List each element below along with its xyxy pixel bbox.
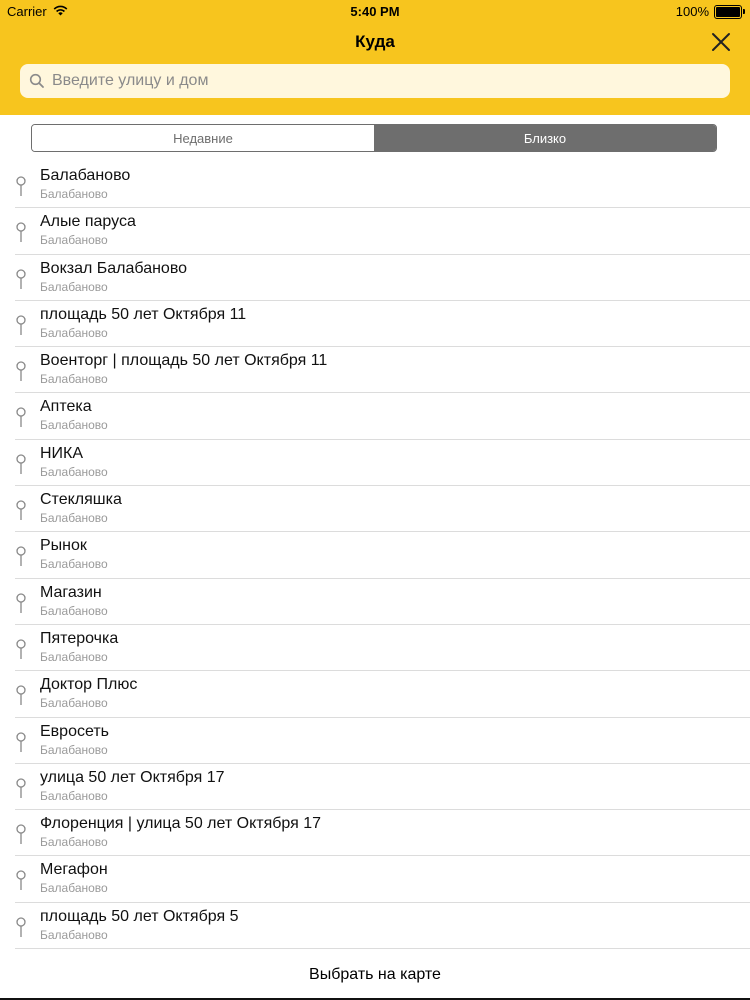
place-subtitle: Балабаново	[40, 788, 108, 803]
choose-on-map-button[interactable]: Выбрать на карте	[0, 952, 750, 998]
place-title: Аптека	[40, 398, 92, 416]
location-pin-icon	[16, 361, 26, 382]
list-item[interactable]: Доктор Плюс Балабаново	[0, 671, 750, 718]
place-subtitle: Балабаново	[40, 279, 108, 294]
header-bar: Carrier 5:40 PM 100% Куда	[0, 0, 750, 115]
list-item[interactable]: Флоренция | улица 50 лет Октября 17 Бала…	[0, 810, 750, 857]
location-pin-icon	[16, 824, 26, 845]
place-title: площадь 50 лет Октября 11	[40, 305, 247, 323]
place-title: Флоренция | улица 50 лет Октября 17	[40, 815, 322, 833]
place-subtitle: Балабаново	[40, 187, 108, 201]
list-item[interactable]: Аптека Балабаново	[0, 393, 750, 441]
list-item[interactable]: НИКА Балабаново	[0, 440, 750, 487]
location-pin-icon	[16, 268, 26, 289]
list-item[interactable]: Вокзал Балабаново Балабаново	[0, 255, 750, 302]
location-pin-icon	[16, 176, 26, 196]
place-subtitle: Балабаново	[40, 233, 108, 248]
list-item[interactable]: Пятерочка Балабаново	[0, 625, 750, 672]
battery-percent: 100%	[675, 4, 709, 19]
list-item[interactable]: улица 50 лет Октября 17 Балабаново	[0, 764, 750, 811]
place-title: площадь 50 лет Октября 5	[40, 907, 239, 925]
location-pin-icon	[16, 546, 26, 567]
place-subtitle: Балабаново	[40, 696, 108, 711]
place-title: улица 50 лет Октября 17	[40, 768, 225, 786]
tab-nearby[interactable]: Близко	[374, 125, 716, 151]
location-pin-icon	[16, 500, 26, 521]
place-subtitle: Балабаново	[40, 742, 108, 757]
place-subtitle: Балабаново	[40, 325, 108, 340]
place-subtitle: Балабаново	[40, 603, 108, 618]
battery-icon	[714, 4, 745, 19]
place-title: Военторг | площадь 50 лет Октября 11	[40, 352, 328, 370]
close-button[interactable]	[709, 30, 733, 54]
place-title: Доктор Плюс	[40, 676, 138, 694]
place-subtitle: Балабаново	[40, 372, 108, 387]
tab-recent[interactable]: Недавние	[32, 125, 374, 151]
location-pin-icon	[16, 454, 26, 474]
status-time: 5:40 PM	[350, 4, 400, 19]
location-pin-icon	[16, 917, 26, 937]
status-bar: Carrier 5:40 PM 100%	[0, 0, 750, 22]
location-pin-icon	[16, 407, 26, 428]
list-item[interactable]: Стекляшка Балабаново	[0, 486, 750, 533]
place-title: Стекляшка	[40, 491, 122, 509]
places-list: Балабаново Балабаново Алые паруса Балаба…	[0, 162, 750, 950]
close-icon	[712, 33, 730, 51]
location-pin-icon	[16, 315, 26, 335]
list-item[interactable]: Мегафон Балабаново	[0, 856, 750, 904]
segmented-control: Недавние Близко	[31, 124, 717, 152]
list-item[interactable]: Рынок Балабаново	[0, 532, 750, 579]
place-title: Евросеть	[40, 722, 109, 740]
place-title: НИКА	[40, 444, 84, 462]
page-title: Куда	[355, 32, 395, 51]
place-title: Вокзал Балабаново	[40, 259, 188, 277]
place-subtitle: Балабаново	[40, 835, 108, 850]
search-input[interactable]	[50, 71, 714, 91]
place-subtitle: Балабаново	[40, 511, 108, 526]
list-item[interactable]: Балабаново Балабаново	[0, 162, 750, 209]
place-subtitle: Балабаново	[40, 464, 108, 479]
list-item[interactable]: площадь 50 лет Октября 11 Балабаново	[0, 301, 750, 348]
location-pin-icon	[16, 870, 26, 891]
list-item[interactable]: Алые паруса Балабаново	[0, 208, 750, 255]
place-subtitle: Балабаново	[40, 418, 108, 433]
list-item[interactable]: Евросеть Балабаново	[0, 718, 750, 765]
location-pin-icon	[16, 222, 26, 243]
place-title: Алые паруса	[40, 213, 136, 231]
list-item[interactable]: Магазин Балабаново	[0, 579, 750, 626]
search-box[interactable]	[20, 64, 730, 98]
search-icon	[29, 73, 44, 88]
location-pin-icon	[16, 685, 26, 706]
location-pin-icon	[16, 639, 26, 659]
list-item[interactable]: Военторг | площадь 50 лет Октября 11 Бал…	[0, 347, 750, 394]
place-subtitle: Балабаново	[40, 649, 108, 664]
place-subtitle: Балабаново	[40, 881, 108, 896]
list-item[interactable]: площадь 50 лет Октября 5 Балабаново	[0, 903, 750, 950]
location-pin-icon	[16, 778, 26, 798]
place-title: Пятерочка	[40, 629, 119, 647]
place-title: Мегафон	[40, 861, 108, 879]
place-title: Балабаново	[40, 167, 131, 184]
location-pin-icon	[16, 593, 26, 613]
place-title: Рынок	[40, 537, 87, 555]
place-title: Магазин	[40, 583, 102, 601]
location-pin-icon	[16, 731, 26, 752]
place-subtitle: Балабаново	[40, 557, 108, 572]
place-subtitle: Балабаново	[40, 927, 108, 942]
